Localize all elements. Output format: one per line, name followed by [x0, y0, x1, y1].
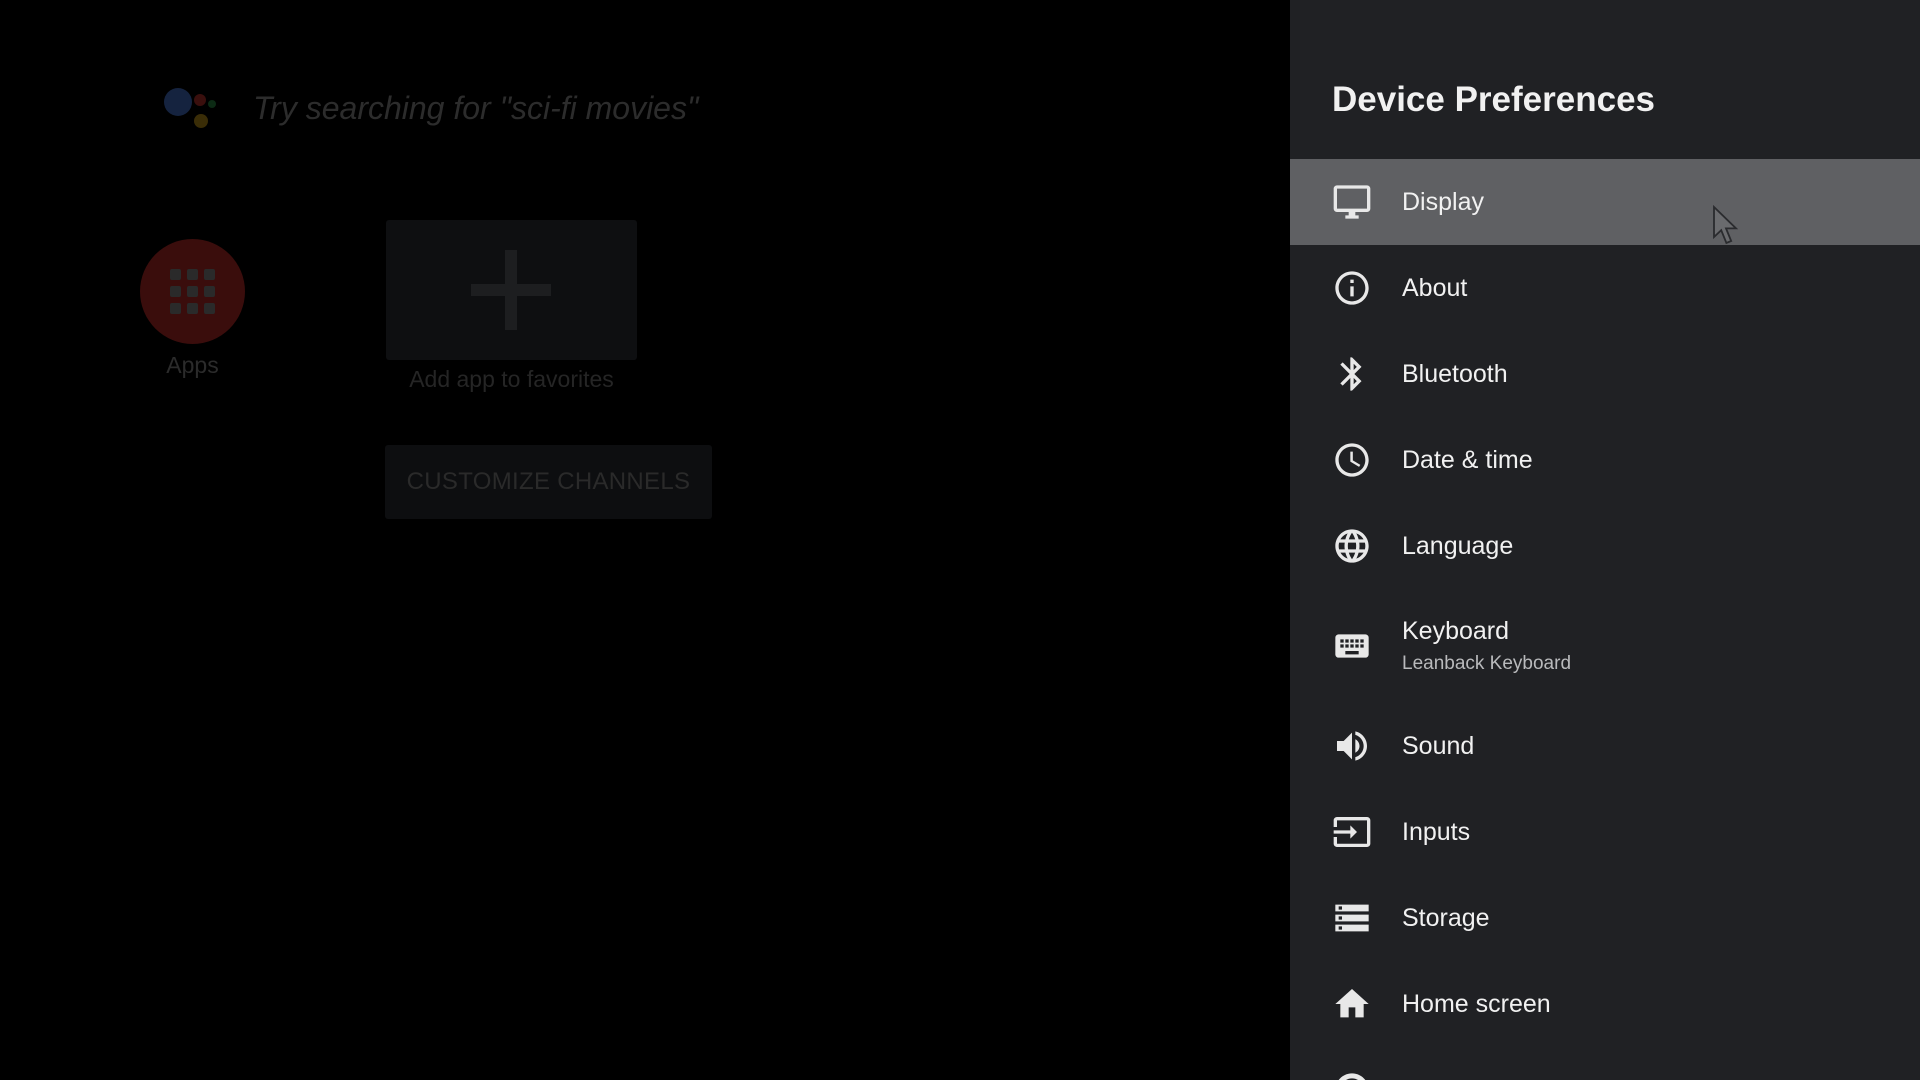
menu-item-display[interactable]: Display [1290, 159, 1920, 245]
menu-item-label: Home screen [1402, 989, 1551, 1018]
menu-item-label: Date & time [1402, 445, 1533, 474]
menu-item-sublabel: Leanback Keyboard [1402, 653, 1572, 674]
info-icon [1332, 268, 1372, 308]
menu-item-keyboard[interactable]: Keyboard Leanback Keyboard [1290, 589, 1920, 703]
menu-item-partial[interactable] [1290, 1047, 1920, 1080]
menu-item-storage[interactable]: Storage [1290, 875, 1920, 961]
assistant-icon[interactable] [164, 86, 220, 138]
customize-channels-button[interactable]: CUSTOMIZE CHANNELS [385, 445, 712, 519]
partial-icon [1332, 1070, 1372, 1080]
home-icon [1332, 984, 1372, 1024]
menu-item-label: Inputs [1402, 817, 1471, 846]
device-preferences-panel: Device Preferences Display About Bluetoo… [1290, 0, 1920, 1080]
screen: Try searching for "sci-fi movies" Apps A… [0, 0, 1920, 1080]
assistant-dot-red [194, 94, 206, 106]
menu-item-home-screen[interactable]: Home screen [1290, 961, 1920, 1047]
add-favorite-label: Add app to favorites [409, 366, 614, 392]
preferences-menu: Display About Bluetooth Date & time Lang… [1290, 159, 1920, 1080]
clock-icon [1332, 440, 1372, 480]
menu-item-label: Sound [1402, 731, 1475, 760]
assistant-dot-yellow [194, 114, 208, 128]
display-icon [1332, 182, 1372, 222]
input-icon [1332, 812, 1372, 852]
menu-item-label: About [1402, 273, 1468, 302]
panel-title: Device Preferences [1332, 80, 1655, 119]
search-hint[interactable]: Try searching for "sci-fi movies" [253, 90, 698, 127]
keyboard-icon [1332, 626, 1372, 666]
globe-icon [1332, 526, 1372, 566]
menu-item-label: Keyboard [1402, 617, 1510, 645]
menu-item-about[interactable]: About [1290, 245, 1920, 331]
storage-icon [1332, 898, 1372, 938]
apps-button[interactable] [140, 239, 245, 344]
apps-label: Apps [166, 352, 219, 378]
menu-item-date-time[interactable]: Date & time [1290, 417, 1920, 503]
menu-item-label: Storage [1402, 903, 1490, 932]
bluetooth-icon [1332, 354, 1372, 394]
menu-item-bluetooth[interactable]: Bluetooth [1290, 331, 1920, 417]
menu-item-inputs[interactable]: Inputs [1290, 789, 1920, 875]
add-favorite-tile[interactable] [386, 220, 637, 360]
mouse-cursor-icon [1713, 205, 1739, 245]
launcher-background: Try searching for "sci-fi movies" Apps A… [0, 0, 1290, 1080]
apps-grid-icon [170, 269, 215, 314]
menu-item-label: Language [1402, 531, 1514, 560]
menu-item-language[interactable]: Language [1290, 503, 1920, 589]
assistant-dot-green [208, 100, 216, 108]
speaker-icon [1332, 726, 1372, 766]
menu-item-label: Display [1402, 187, 1484, 216]
assistant-dot-blue [164, 88, 192, 116]
menu-item-sound[interactable]: Sound [1290, 703, 1920, 789]
plus-icon-bar [471, 284, 551, 296]
menu-item-label: Bluetooth [1402, 359, 1508, 388]
